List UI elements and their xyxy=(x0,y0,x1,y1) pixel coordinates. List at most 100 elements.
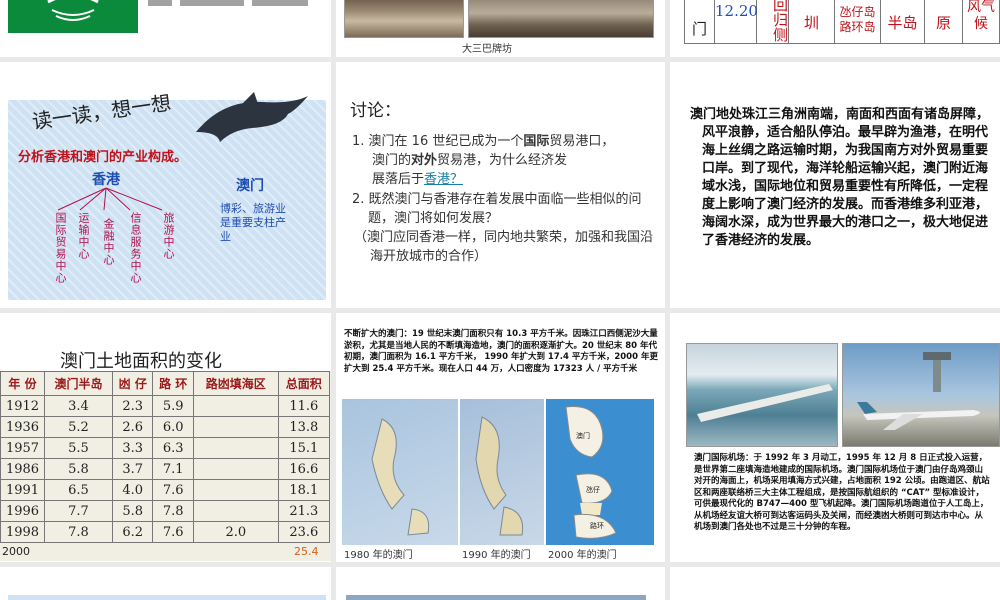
slide-1[interactable] xyxy=(0,0,331,57)
facts-cell-3: 回归侧 xyxy=(757,0,789,43)
map-label-macau: 澳门 xyxy=(576,432,590,440)
mo-text: 博彩、旅游业是重要支柱产业 xyxy=(220,202,286,243)
cell: 16.6 xyxy=(277,458,331,480)
slide-4-subtitle: 分析香港和澳门的产业构成。 xyxy=(18,150,188,165)
hk-item-finance: 金融中心 xyxy=(102,218,115,266)
mo-label: 澳门 xyxy=(236,178,264,194)
q1-number: 1. xyxy=(352,134,365,149)
table-row: 1991 6.5 4.0 7.6 18.1 xyxy=(0,479,331,501)
cell: 2.0 xyxy=(192,521,279,543)
cell: 6.0 xyxy=(152,416,194,438)
facts-cell-1: 门 xyxy=(685,0,715,43)
facts-cell-8: 风气候 xyxy=(967,0,995,32)
cell: 6.5 xyxy=(44,479,113,501)
cell: 23.6 xyxy=(277,521,331,543)
cell: 5.9 xyxy=(152,395,194,417)
cell: 18.1 xyxy=(277,479,331,501)
q1-text-a: 澳门在 16 世纪已成为一个 xyxy=(368,134,524,149)
slide-11[interactable] xyxy=(336,567,665,600)
cell: 7.6 xyxy=(152,479,194,501)
slide-10[interactable] xyxy=(0,567,331,600)
q1-line2: 澳门的 xyxy=(372,153,412,168)
slide-2[interactable]: 大三巴牌坊 xyxy=(336,0,665,57)
facts-cell-7: 原 xyxy=(925,0,963,43)
slide-12[interactable] xyxy=(670,567,1000,600)
hk-item-transport: 运输中心 xyxy=(77,212,90,260)
slide-4[interactable]: 读一读，想一想 分析香港和澳门的产业构成。 香港 国际贸易中心 运输中心 金融中… xyxy=(0,62,331,308)
hk-item-info: 信息服务中心 xyxy=(129,212,142,284)
caption-1990: 1990 年的澳门 xyxy=(462,550,531,561)
question-2: 2. 既然澳门与香港存在着发展中面临一些相似的问题，澳门将如何发展？ xyxy=(352,190,652,228)
q1-overlay-a: 国际 xyxy=(523,134,550,149)
land-area-title: 澳门土地面积的变化 xyxy=(60,351,222,372)
q1-line2-b: 贸易港，为什么经济发 xyxy=(437,153,568,168)
slide-8[interactable]: 不断扩大的澳门：19 世纪末澳门面积只有 10.3 平方千米。因珠江口西侧泥沙大… xyxy=(336,313,665,562)
cell: 5.8 xyxy=(111,500,154,522)
q1-text-b: 贸易港口， xyxy=(549,134,615,149)
airport-plane-photo xyxy=(842,343,1000,447)
runway-strip xyxy=(697,384,833,422)
col-total: 总面积 xyxy=(277,371,331,396)
cell: 1996 xyxy=(0,500,45,522)
cell: 7.8 xyxy=(44,521,113,543)
cell: 1991 xyxy=(0,479,45,501)
table-row: 1986 5.8 3.7 7.1 16.6 xyxy=(0,458,331,480)
table-header-row: 年 份 澳门半岛 凼 仔 路 环 路凼填海区 总面积 xyxy=(0,371,331,396)
col-taipa: 凼 仔 xyxy=(111,371,154,396)
discussion-answer: （澳门应同香港一样，同内地共繁荣，加强和我国沿海开放城市的合作） xyxy=(354,230,654,264)
cell: 7.1 xyxy=(152,458,194,480)
facts-cell-4: 圳 xyxy=(789,0,835,43)
facts-cell-5: 氹仔岛路环岛 xyxy=(835,0,881,43)
cell: 6.2 xyxy=(111,521,154,543)
cell xyxy=(192,458,279,480)
cell: 11.6 xyxy=(277,395,331,417)
map-1990-land xyxy=(475,416,524,536)
cell: 1936 xyxy=(0,416,45,438)
cell xyxy=(192,479,279,501)
col-year: 年 份 xyxy=(0,371,45,396)
facts-cell-6: 半岛 xyxy=(881,0,925,43)
ruins-photo-left xyxy=(344,0,464,38)
airport-text: 澳门国际机场：于 1992 年 3 月动工，1995 年 12 月 8 日正式投… xyxy=(694,453,990,532)
table-row: 1998 7.8 6.2 7.6 2.0 23.6 xyxy=(0,521,331,543)
cell: 7.7 xyxy=(44,500,113,522)
map-2000: 澳门 氹仔 路环 xyxy=(546,399,654,545)
cell: 3.4 xyxy=(44,395,113,417)
cell xyxy=(192,500,279,522)
map-1990 xyxy=(460,399,544,545)
dolphin-icon xyxy=(196,92,308,142)
slide-6[interactable]: 澳门地处珠江三角洲南端，南面和西面有诸岛屏障，风平浪静，适合船队停泊。最早辟为渔… xyxy=(670,62,1000,308)
hong-kong-link[interactable]: 香港？ xyxy=(424,172,463,187)
facts-table: 门 12.20 回归侧 圳 氹仔岛路环岛 半岛 原 风气候 xyxy=(684,0,1000,44)
cell: 1912 xyxy=(0,395,45,417)
slide-11-strip xyxy=(346,595,646,600)
question-1: 1. 澳门在 16 世纪已成为一个国际贸易港口， 澳门的对外贸易港，为什么经济发… xyxy=(352,132,652,189)
cell: 2.3 xyxy=(111,395,154,417)
expansion-lead: 不断扩大的澳门： xyxy=(344,329,413,339)
slide-5[interactable]: 讨论： 1. 澳门在 16 世纪已成为一个国际贸易港口， 澳门的对外贸易港，为什… xyxy=(336,62,665,308)
slide-7[interactable]: 澳门土地面积的变化 年 份 澳门半岛 凼 仔 路 环 路凼填海区 总面积 191… xyxy=(0,313,331,562)
map-1980-land xyxy=(371,418,430,536)
ruins-photo-right xyxy=(468,0,654,38)
cell: 5.5 xyxy=(44,437,113,459)
col-peninsula: 澳门半岛 xyxy=(44,371,113,396)
cell: 3.7 xyxy=(111,458,154,480)
facts-cell-2: 12.20 xyxy=(715,0,758,43)
airport-runway-photo xyxy=(686,343,838,447)
q2-number: 2. xyxy=(352,192,365,207)
cell: 3.3 xyxy=(111,437,154,459)
extra-year: 2000 xyxy=(2,545,30,558)
slide-3[interactable]: 门 12.20 回归侧 圳 氹仔岛路环岛 半岛 原 风气候 xyxy=(670,0,1000,57)
cell: 1998 xyxy=(0,521,45,543)
cell xyxy=(192,395,279,417)
airplane-icon xyxy=(857,352,980,430)
macau-flag xyxy=(8,0,138,33)
cell: 5.2 xyxy=(44,416,113,438)
cell: 1957 xyxy=(0,437,45,459)
caption-2000: 2000 年的澳门 xyxy=(548,550,617,561)
table-row: 1936 5.2 2.6 6.0 13.8 xyxy=(0,416,331,438)
q1-line3: 展落后于 xyxy=(372,172,425,187)
port-paragraph: 澳门地处珠江三角洲南端，南面和西面有诸岛屏障，风平浪静，适合船队停泊。最早辟为渔… xyxy=(690,107,990,248)
slide-9[interactable]: 澳门国际机场：于 1992 年 3 月动工，1995 年 12 月 8 日正式投… xyxy=(670,313,1000,562)
lotus-emblem-icon xyxy=(47,0,99,21)
